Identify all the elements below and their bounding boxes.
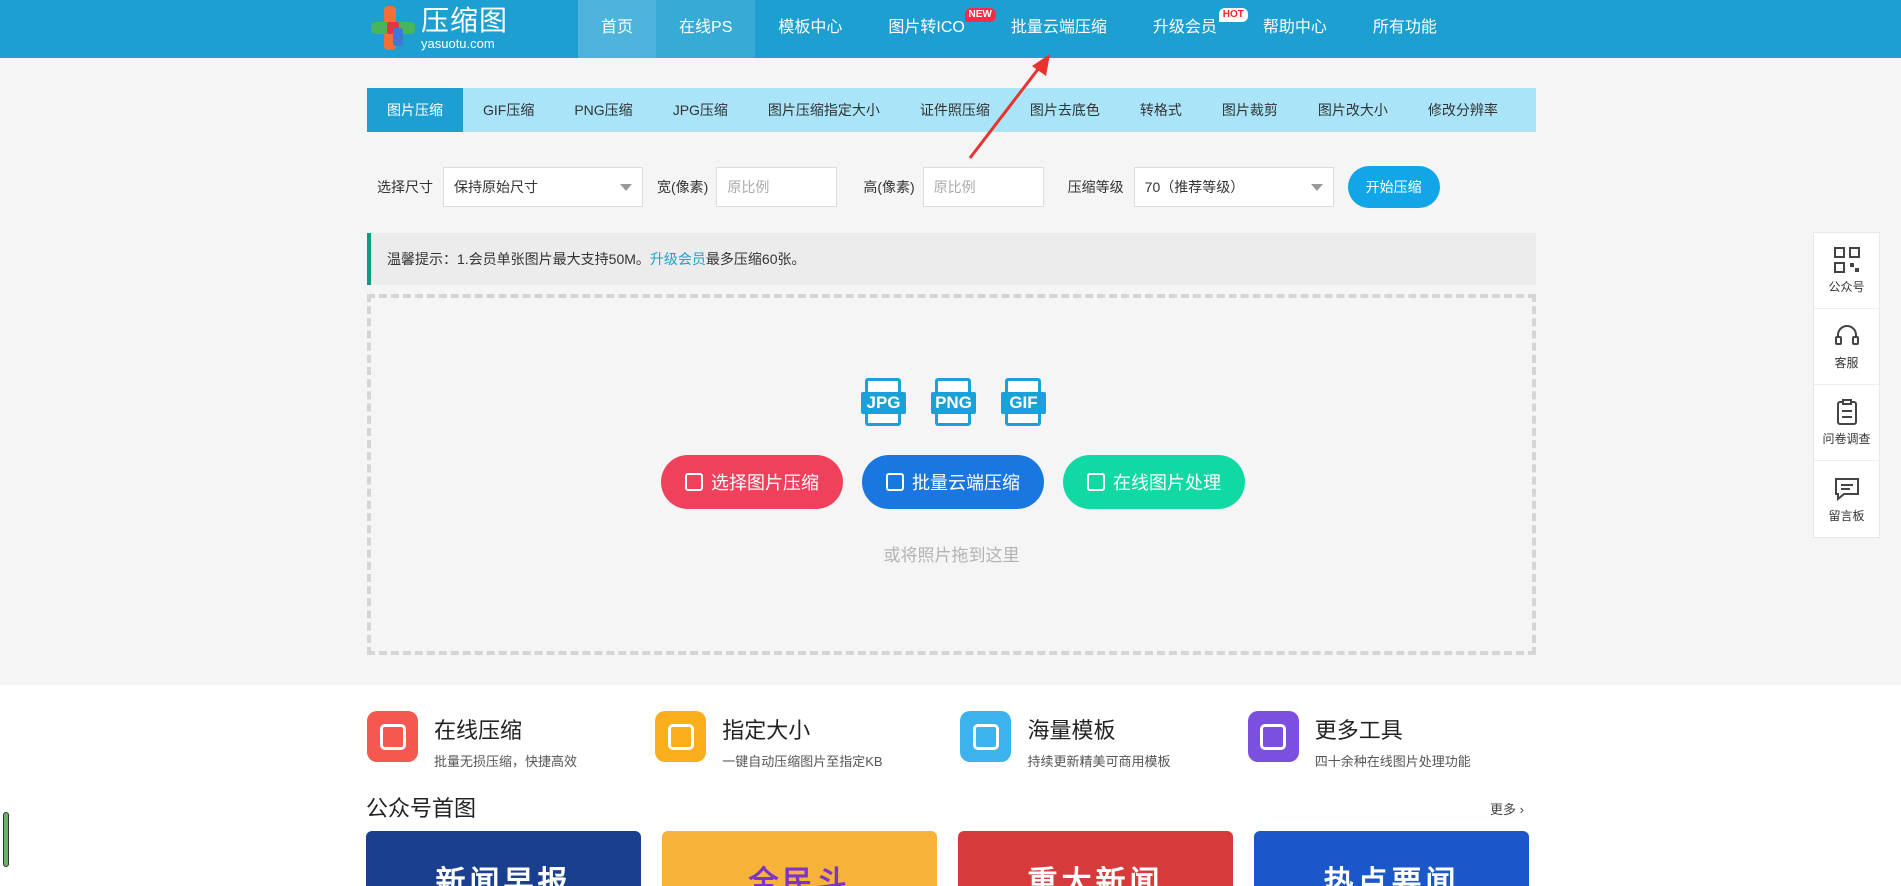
online-edit-button[interactable]: 在线图片处理 xyxy=(1063,455,1245,509)
layers-icon xyxy=(960,711,1012,762)
feature-templates[interactable]: 海量模板 持续更新精美可商用模板 xyxy=(960,711,1247,770)
nav-online-ps[interactable]: 在线PS xyxy=(656,0,756,58)
tip-notice: 温馨提示：1.会员单张图片最大支持50M。升级会员最多压缩60张。 xyxy=(367,233,1536,285)
template-card[interactable]: 重大新闻 xyxy=(958,831,1233,886)
clipboard-icon xyxy=(1836,399,1857,425)
tab-convert-format[interactable]: 转格式 xyxy=(1120,88,1202,132)
height-label: 高(像素) xyxy=(863,179,915,195)
feature-list: 在线压缩 批量无损压缩，快捷高效 指定大小 一键自动压缩图片至指定KB 海量模板 持续… xyxy=(367,711,1536,770)
start-compress-button[interactable]: 开始压缩 xyxy=(1347,166,1440,208)
png-file-icon: PNG xyxy=(931,378,976,430)
nav-upgrade[interactable]: 升级会员 HOT xyxy=(1130,0,1248,58)
resize-icon xyxy=(655,711,707,762)
width-label: 宽(像素) xyxy=(657,179,709,195)
headset-icon xyxy=(1834,325,1859,345)
chevron-down-icon xyxy=(1310,184,1323,191)
level-label: 压缩等级 xyxy=(1067,179,1124,195)
compress-options: 选择尺寸 保持原始尺寸 宽(像素) 原比例 高(像素) 原比例 压缩等级 70（… xyxy=(377,166,1440,208)
upgrade-link[interactable]: 升级会员 xyxy=(650,251,706,267)
zip-icon xyxy=(886,473,904,491)
lower-section: 在线压缩 批量无损压缩，快捷高效 指定大小 一键自动压缩图片至指定KB 海量模板 持续… xyxy=(0,685,1901,886)
tab-jpg-compress[interactable]: JPG压缩 xyxy=(653,88,748,132)
select-image-button[interactable]: 选择图片压缩 xyxy=(661,455,843,509)
gif-file-icon: GIF xyxy=(1001,378,1046,430)
top-navbar: 压缩图 yasuotu.com 首页 在线PS 模板中心 图片转ICO NEW 批… xyxy=(0,0,1901,58)
level-select[interactable]: 70（推荐等级） xyxy=(1133,167,1334,207)
sidepanel-service[interactable]: 客服 xyxy=(1814,309,1879,385)
tab-crop[interactable]: 图片裁剪 xyxy=(1202,88,1298,132)
tab-resolution[interactable]: 修改分辨率 xyxy=(1408,88,1518,132)
tab-gif-compress[interactable]: GIF压缩 xyxy=(463,88,554,132)
image-icon xyxy=(685,473,703,491)
nav-all-features[interactable]: 所有功能 xyxy=(1350,0,1460,58)
logo-domain: yasuotu.com xyxy=(421,35,495,51)
compress-icon xyxy=(367,711,418,762)
size-select[interactable]: 保持原始尺寸 xyxy=(443,167,643,207)
chevron-down-icon xyxy=(620,184,632,191)
nav-home[interactable]: 首页 xyxy=(578,0,657,58)
logo-icon xyxy=(371,6,415,50)
grid-icon xyxy=(1247,711,1299,762)
height-input[interactable]: 原比例 xyxy=(922,167,1044,207)
batch-cloud-button[interactable]: 批量云端压缩 xyxy=(862,455,1044,509)
template-card[interactable]: 热点要闻 xyxy=(1254,831,1529,886)
nav-templates[interactable]: 模板中心 xyxy=(755,0,865,58)
logo-title: 压缩图 xyxy=(421,4,509,36)
qrcode-icon xyxy=(1833,247,1860,273)
template-card[interactable]: 新闻早报 xyxy=(366,831,641,886)
size-label: 选择尺寸 xyxy=(377,179,433,195)
sidepanel-survey[interactable]: 问卷调查 xyxy=(1814,385,1879,461)
side-panel: 公众号 客服 问卷调查 留言板 xyxy=(1813,232,1880,538)
scroll-indicator[interactable] xyxy=(3,812,9,867)
site-logo[interactable]: 压缩图 yasuotu.com xyxy=(371,6,508,50)
tool-tabs: 图片压缩 GIF压缩 PNG压缩 JPG压缩 图片压缩指定大小 证件照压缩 图片… xyxy=(367,88,1536,132)
tab-image-compress[interactable]: 图片压缩 xyxy=(367,88,463,132)
width-input[interactable]: 原比例 xyxy=(716,167,838,207)
jpg-file-icon: JPG xyxy=(861,378,906,430)
edit-icon xyxy=(1087,473,1105,491)
feature-online-compress[interactable]: 在线压缩 批量无损压缩，快捷高效 xyxy=(367,711,655,770)
tab-compress-to-size[interactable]: 图片压缩指定大小 xyxy=(748,88,900,132)
section-title: 公众号首图 xyxy=(366,796,477,821)
feature-more-tools[interactable]: 更多工具 四十余种在线图片处理功能 xyxy=(1247,711,1536,770)
sidepanel-message[interactable]: 留言板 xyxy=(1814,461,1879,537)
tab-resize[interactable]: 图片改大小 xyxy=(1298,88,1408,132)
file-type-icons: JPG PNG GIF xyxy=(861,378,1046,430)
pointer-arrow xyxy=(968,54,1050,159)
tab-png-compress[interactable]: PNG压缩 xyxy=(554,88,652,132)
sidepanel-wechat[interactable]: 公众号 xyxy=(1814,233,1879,309)
drop-hint: 或将照片拖到这里 xyxy=(883,546,1020,565)
nav-help[interactable]: 帮助中心 xyxy=(1240,0,1350,58)
message-icon xyxy=(1834,477,1859,501)
template-card[interactable]: 全民斗 xyxy=(662,831,937,886)
feature-specified-size[interactable]: 指定大小 一键自动压缩图片至指定KB xyxy=(655,711,960,770)
more-link[interactable]: 更多 › xyxy=(1490,799,1524,818)
template-cards: 新闻早报 全民斗 重大新闻 热点要闻 xyxy=(366,831,1529,886)
upload-drop-zone[interactable]: JPG PNG GIF 选择图片压缩 批量云端压缩 在线图片处理 或将照片拖到这… xyxy=(367,294,1536,655)
